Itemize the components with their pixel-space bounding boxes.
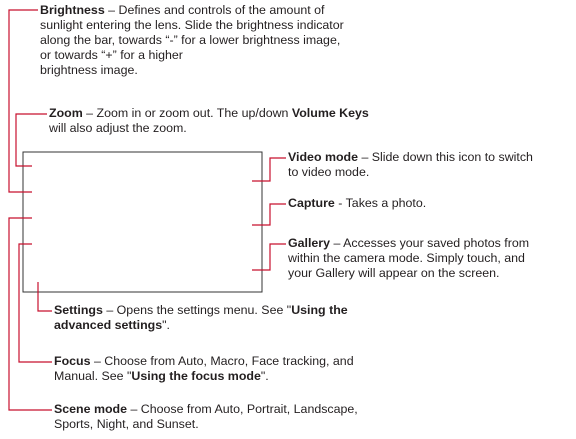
callout-brightness: Brightness – Defines and controls of the… bbox=[40, 3, 344, 78]
callout-settings: Settings – Opens the settings menu. See … bbox=[54, 303, 348, 333]
focus-term: Focus bbox=[54, 354, 91, 368]
leader-focus bbox=[18, 243, 52, 363]
zoom-term: Zoom bbox=[49, 106, 83, 120]
leader-scene-mode bbox=[8, 217, 52, 411]
callout-gallery: Gallery – Accesses your saved photos fro… bbox=[288, 236, 529, 281]
callout-focus: Focus – Choose from Auto, Macro, Face tr… bbox=[54, 354, 354, 384]
settings-term: Settings bbox=[54, 303, 103, 317]
video-mode-term: Video mode bbox=[288, 150, 358, 164]
capture-term: Capture bbox=[288, 196, 335, 210]
leader-capture bbox=[252, 203, 286, 226]
callout-video-mode: Video mode – Slide down this icon to swi… bbox=[288, 150, 533, 180]
callout-capture: Capture - Takes a photo. bbox=[288, 196, 426, 211]
zoom-description-1: – Zoom in or zoom out. The up/down bbox=[82, 106, 292, 120]
camera-screen-frame bbox=[22, 151, 263, 293]
focus-suffix: ". bbox=[260, 369, 269, 383]
brightness-term: Brightness bbox=[40, 3, 105, 17]
capture-description: - Takes a photo. bbox=[334, 196, 427, 210]
settings-suffix: ". bbox=[162, 318, 170, 332]
leader-zoom bbox=[15, 113, 47, 167]
volume-keys-term: Volume Keys bbox=[291, 106, 369, 120]
zoom-description-2: will also adjust the zoom. bbox=[49, 121, 187, 135]
leader-video-mode bbox=[252, 157, 286, 182]
settings-description: – Opens the settings menu. See " bbox=[102, 303, 292, 317]
gallery-term: Gallery bbox=[288, 236, 331, 250]
callout-zoom: Zoom – Zoom in or zoom out. The up/down … bbox=[49, 106, 369, 136]
callout-scene-mode: Scene mode – Choose from Auto, Portrait,… bbox=[54, 402, 358, 432]
focus-link[interactable]: Using the focus mode bbox=[131, 369, 260, 383]
leader-gallery bbox=[252, 243, 286, 271]
scene-mode-term: Scene mode bbox=[54, 402, 127, 416]
leader-settings bbox=[37, 282, 52, 312]
